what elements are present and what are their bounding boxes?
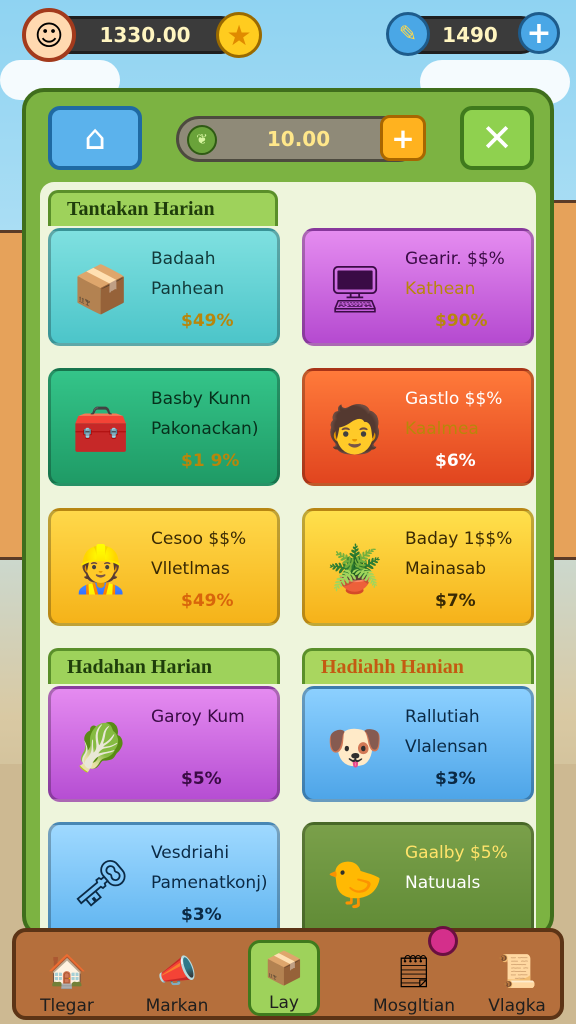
section-title: Hadiahh Hanian [321,656,464,678]
duck-icon: 🐤 [326,855,384,910]
leaf-icon: ❦ [187,125,217,155]
plant-icon: 🪴 [326,541,384,596]
energy-bar: ❦ 10.00 + [176,115,426,162]
coin-amount: 1330.00 [99,23,191,47]
card-price: $3% [435,769,476,789]
box-icon: 📦 [264,949,304,987]
card-title: Badaah [151,249,216,269]
card-subtitle: Panhean [151,279,225,299]
megaphone-icon: 📣 [157,952,197,990]
shop-icon: 🗒 [393,952,435,990]
crate-icon: 📦 [72,261,130,316]
plus-icon: + [526,15,552,51]
section-tab-daily-gifts[interactable]: Hadiahh Hanian [302,648,534,684]
card-subtitle: Mainasab [405,559,487,579]
add-energy-button[interactable]: + [380,115,426,161]
card-price: $6% [435,451,476,471]
plus-icon: + [391,121,415,155]
card-price: $1 9% [181,451,240,471]
energy-amount: 10.00 [266,127,331,151]
card-title: Gearir. $$% [405,249,505,269]
nav-item-market[interactable]: 📣 Markan [132,940,222,1016]
nav-label: Lay [269,993,299,1013]
card-title: Basby Kunn [151,389,251,409]
nav-item-play[interactable]: 📦 Lay [248,940,320,1016]
card-grid: Tantakan Harian 📦 Badaah Panhean $49% 🖥 … [40,182,536,942]
reward-card[interactable]: 🧰 Basby Kunn Pakonackan) $1 9% [48,368,280,486]
nav-item-quests[interactable]: 📜 Vlagka [472,940,562,1016]
reward-card[interactable]: 🐤 Gaalby $5% Natuuals [302,822,534,940]
nav-label: Markan [145,996,209,1016]
character-icon: 🧑 [326,401,384,456]
section-title: Hadahan Harian [67,656,213,678]
reward-card[interactable]: 🐶 Rallutiah Vlalensan $3% [302,686,534,802]
close-icon: ✕ [481,116,513,160]
card-title: Garoy Kum [151,707,245,727]
card-title: Vesdriahi [151,843,230,863]
wrench-icon[interactable]: ✎ [386,12,430,56]
nav-label: Tlegar [40,996,94,1016]
add-gems-button[interactable]: + [518,12,560,54]
nav-item-shop[interactable]: 🗒 Mosgltian [362,926,466,1016]
crate-icon: 🧰 [72,401,130,456]
section-tab-daily-rewards[interactable]: Hadahan Harian [48,648,280,684]
reward-card[interactable]: 📦 Badaah Panhean $49% [48,228,280,346]
card-title: Gaalby $5% [405,843,508,863]
card-subtitle: Kaalmea [405,419,479,439]
card-title: Baday 1$$% [405,529,513,549]
reward-card[interactable]: 🥬 Garoy Kum $5% [48,686,280,802]
card-subtitle: Natuuals [405,873,481,893]
coin-counter: 1330.00 [50,16,240,54]
section-tab-daily-tasks[interactable]: Tantakan Harian [48,190,278,226]
card-price: $5% [181,769,222,789]
kid-character-icon: 👷 [72,541,130,596]
card-price: $49% [181,311,234,331]
star-icon[interactable]: ★ [216,12,262,58]
scroll-icon: 📜 [497,952,537,990]
card-price: $3% [181,905,222,925]
notification-badge [428,926,458,956]
reward-card[interactable]: 🖥 Gearir. $$% Kathean $90% [302,228,534,346]
card-title: Rallutiah [405,707,480,727]
key-icon: 🗝 [71,855,131,910]
card-price: $90% [435,311,488,331]
card-subtitle: Vlletlmas [151,559,230,579]
card-price: $49% [181,591,234,611]
nav-label: Mosgltian [372,996,456,1016]
card-subtitle: Kathean [405,279,476,299]
card-subtitle: Vlalensan [405,737,488,757]
nav-label: Vlagka [488,996,546,1016]
card-subtitle: Pakonackan) [151,419,259,439]
vegetable-crate-icon: 🥬 [72,719,130,774]
card-title: Cesoo $$% [151,529,247,549]
gem-amount: 1490 [442,23,498,47]
dog-character-icon: 🐶 [326,719,384,774]
card-title: Gastlo $$% [405,389,503,409]
card-price: $7% [435,591,476,611]
house-icon: 🏠 [47,952,87,990]
reward-card[interactable]: 🗝 Vesdriahi Pamenatkonj) $3% [48,822,280,940]
reward-card[interactable]: 🧑 Gastlo $$% Kaalmea $6% [302,368,534,486]
player-avatar[interactable]: ☺ [22,8,76,62]
nav-item-home[interactable]: 🏠 Tlegar [22,940,112,1016]
monitor-icon: 🖥 [325,261,385,316]
card-subtitle: Pamenatkonj) [151,873,268,893]
home-button[interactable]: ⌂ [48,106,142,170]
avatar-icon: ☺ [34,18,64,52]
reward-card[interactable]: 👷 Cesoo $$% Vlletlmas $49% [48,508,280,626]
reward-card[interactable]: 🪴 Baday 1$$% Mainasab $7% [302,508,534,626]
home-icon: ⌂ [84,118,106,158]
bottom-navigation: 🏠 Tlegar 📣 Markan 📦 Lay 🗒 Mosgltian 📜 Vl… [12,926,564,1020]
close-button[interactable]: ✕ [460,106,534,170]
section-title: Tantakan Harian [67,198,215,220]
daily-panel: ⌂ ❦ 10.00 + ✕ Tantakan Harian 📦 Badaah P… [22,88,554,942]
